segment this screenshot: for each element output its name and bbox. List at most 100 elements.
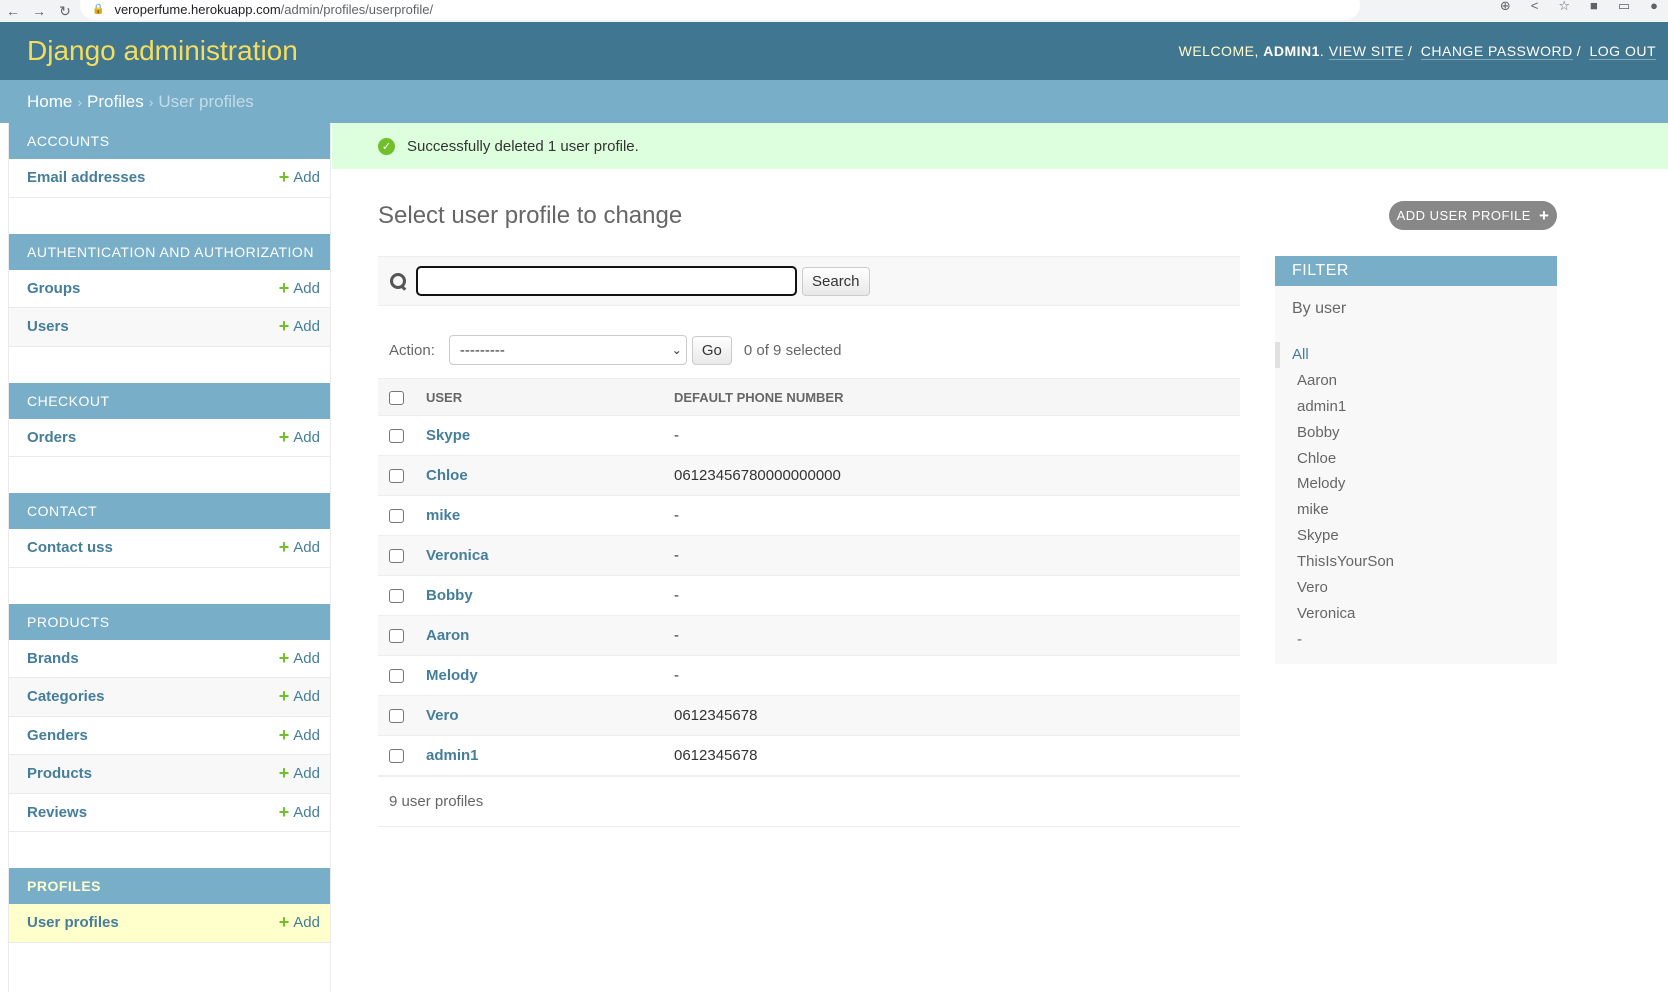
change-password-link[interactable]: CHANGE PASSWORD [1420,43,1573,60]
filter-option[interactable]: Veronica [1275,601,1557,627]
sidebar-item-link[interactable]: Brands [27,650,79,667]
sidebar-item: Brands + Add [9,639,330,678]
breadcrumb-profiles[interactable]: Profiles [87,92,144,112]
sidebar-module-caption[interactable]: Products [9,603,330,640]
message-text: Successfully deleted 1 user profile. [407,137,639,155]
breadcrumb-home[interactable]: Home [27,92,72,112]
filter-option[interactable]: Bobby [1275,420,1557,446]
filter-panel: Filter By user All Aaron admin1 Bobby Chloe M… [1275,256,1557,664]
filter-option[interactable]: Aaron [1275,368,1557,394]
site-branding[interactable]: Django administration [27,35,298,67]
sidebar-module-caption[interactable]: Accounts [9,123,330,159]
row-checkbox[interactable] [389,509,404,524]
user-link[interactable]: admin1 [426,747,479,764]
filter-option[interactable]: ThisIsYourSon [1275,549,1557,575]
row-checkbox[interactable] [389,469,404,484]
user-link[interactable]: mike [426,507,460,524]
row-checkbox[interactable] [389,589,404,604]
phone-cell: - [673,415,1240,456]
sidebar-item-link[interactable]: Contact uss [27,539,113,556]
star-icon[interactable]: ☆ [1558,0,1570,12]
reload-icon[interactable]: ↻ [52,4,78,18]
user-link[interactable]: Vero [426,707,459,724]
add-label: Add [293,803,320,821]
phone-cell: - [673,495,1240,536]
filter-option[interactable]: Chloe [1275,446,1557,472]
search-button[interactable]: Search [802,266,870,296]
sidebar-item-link[interactable]: Categories [27,688,105,705]
sidebar-add-link[interactable]: + Add [278,801,320,822]
search-input[interactable] [416,266,797,296]
sidebar-item: Groups + Add [9,269,330,308]
user-link[interactable]: Chloe [426,467,468,484]
profile-icon[interactable]: ● [1650,0,1658,12]
sidebar-add-link[interactable]: + Add [279,279,320,297]
sidebar-add-link[interactable]: + Add [279,649,320,667]
column-header-user[interactable]: User [418,378,673,416]
sidebar-module-caption[interactable]: Authentication and Authorization [9,233,330,270]
go-button[interactable]: Go [691,335,732,365]
sidepanel-icon[interactable]: ▭ [1618,0,1630,12]
filter-option[interactable]: Vero [1275,575,1557,601]
row-checkbox[interactable] [389,549,404,564]
sidebar-add-link[interactable]: + Add [279,726,320,744]
zoom-icon[interactable]: ⊕ [1500,0,1511,12]
add-label: Add [293,169,320,187]
sidebar-module-caption[interactable]: Profiles [9,868,330,904]
filter-option[interactable]: admin1 [1275,394,1557,420]
user-link[interactable]: Aaron [426,627,469,644]
filter-option[interactable]: mike [1275,497,1557,523]
action-select[interactable]: --------- ⌄ [448,335,687,365]
select-all-checkbox[interactable] [389,390,404,405]
user-tools: WELCOME, ADMIN1. VIEW SITE / CHANGE PASSW… [1178,43,1656,60]
user-link[interactable]: Bobby [426,587,473,604]
sidebar-item-link[interactable]: Email addresses [27,169,145,186]
sidebar-item-link[interactable]: Orders [27,429,76,446]
sidebar-item-link[interactable]: Groups [27,280,80,297]
view-site-link[interactable]: VIEW SITE [1328,43,1404,60]
sidebar-item-link[interactable]: Products [27,765,92,782]
table-row: admin1 0612345678 [378,735,1240,777]
back-icon[interactable]: ← [0,4,26,18]
sidebar-module-caption[interactable]: Checkout [9,382,330,419]
user-link[interactable]: Veronica [426,547,489,564]
row-checkbox[interactable] [389,429,404,444]
sidebar-add-link[interactable]: + Add [279,317,320,335]
sidebar-item-link[interactable]: Users [27,318,69,335]
address-bar[interactable]: 🔒 veroperfume.herokuapp.com/admin/profil… [80,0,1360,20]
column-header-phone[interactable]: Default phone number [673,378,1240,416]
log-out-link[interactable]: LOG OUT [1589,43,1656,60]
filter-option[interactable]: All [1275,342,1557,368]
filter-option[interactable]: Melody [1275,471,1557,497]
add-label: Add [293,279,320,297]
plus-icon: + [278,763,290,784]
sidebar-add-link[interactable]: + Add [279,913,320,931]
action-label: Action: [389,341,435,359]
table-row: Aaron - [378,615,1240,656]
row-checkbox[interactable] [389,629,404,644]
sidebar-item-link[interactable]: Reviews [27,804,87,821]
extensions-icon[interactable]: ■ [1590,0,1598,12]
sidebar-add-link[interactable]: + Add [278,763,320,784]
selected-count: 0 of 9 selected [743,341,842,359]
sidebar-add-link[interactable]: + Add [279,687,320,705]
plus-icon: + [278,801,290,822]
filter-option[interactable]: Skype [1275,523,1557,549]
filter-subtitle: By user [1292,300,1347,317]
share-icon[interactable]: < [1531,0,1539,12]
sidebar-add-link[interactable]: + Add [279,428,320,446]
sidebar-add-link[interactable]: + Add [279,538,320,556]
sidebar-item-link[interactable]: User profiles [27,914,119,931]
filter-option[interactable]: - [1275,627,1557,653]
sidebar-module-caption[interactable]: Contact [9,493,330,529]
row-checkbox[interactable] [389,669,404,684]
user-link[interactable]: Melody [426,667,478,684]
sidebar-add-link[interactable]: + Add [279,168,320,187]
row-checkbox[interactable] [389,748,404,763]
add-user-profile-button[interactable]: ADD USER PROFILE + [1389,201,1557,230]
row-checkbox[interactable] [389,709,404,724]
forward-icon[interactable]: → [26,4,52,18]
breadcrumb: Home › Profiles › User profiles [0,80,1668,123]
user-link[interactable]: Skype [426,427,470,444]
sidebar-item-link[interactable]: Genders [27,727,88,744]
